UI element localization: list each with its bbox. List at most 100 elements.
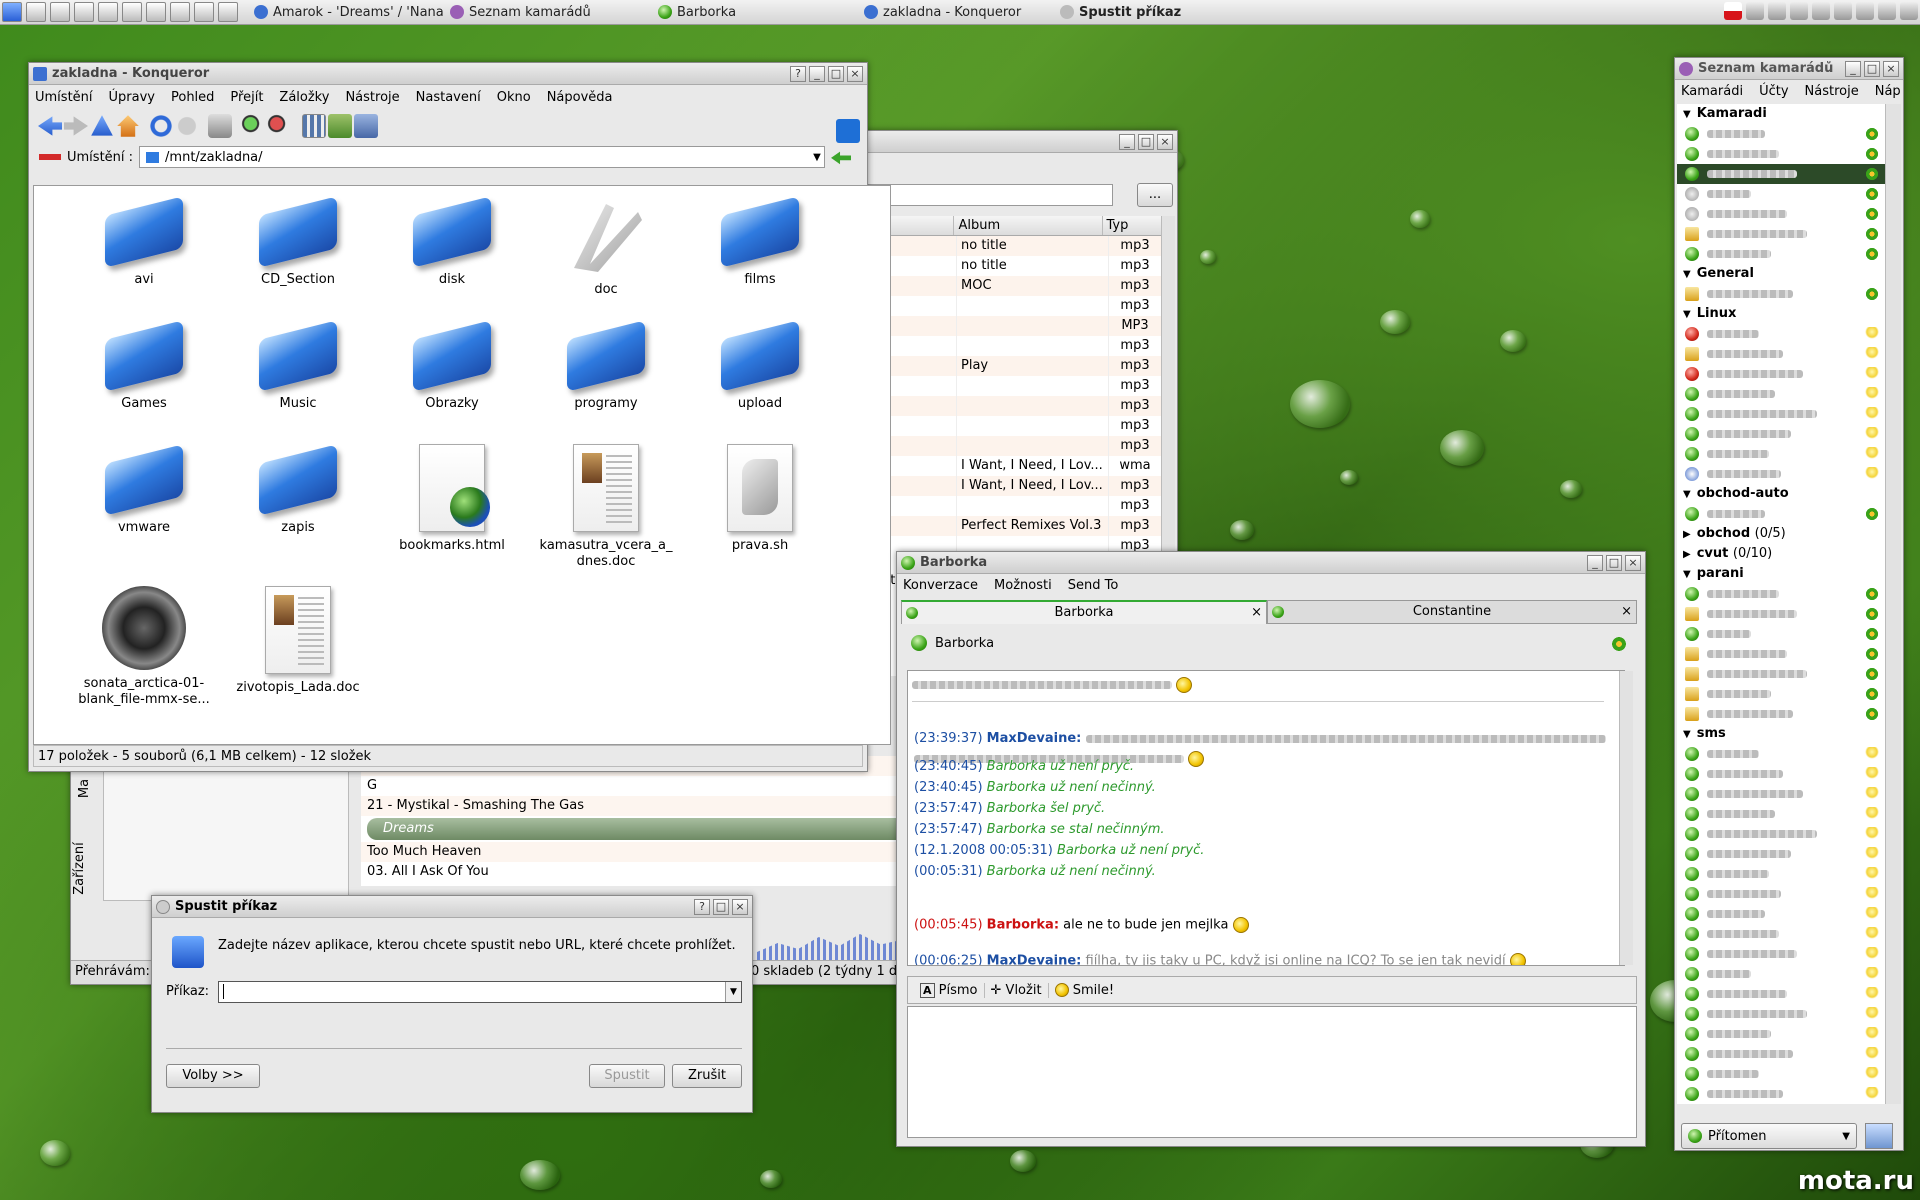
tab-constantine[interactable]: Constantine × (1267, 600, 1637, 624)
buddy-item[interactable] (1677, 384, 1885, 404)
task-buddylist[interactable]: Seznam kamarádů (444, 1, 644, 23)
maximize-button[interactable]: □ (828, 65, 844, 82)
playlist-row[interactable]: mp3 (861, 496, 1161, 516)
buddy-menu-item[interactable]: Účty (1759, 84, 1788, 99)
buddy-item[interactable] (1677, 884, 1885, 904)
task-chat[interactable]: Barborka (652, 1, 852, 23)
print-icon[interactable] (208, 114, 232, 138)
playlist-group-header[interactable]: Dreams (367, 818, 975, 840)
chat-menu-item[interactable]: Konverzace (903, 578, 978, 593)
buddy-item[interactable] (1677, 1064, 1885, 1084)
minimize-button[interactable]: _ (1587, 554, 1603, 571)
buddy-group[interactable]: ▶ cvut (0/10) (1677, 544, 1885, 564)
buddy-icon-button[interactable] (1865, 1123, 1893, 1149)
buddy-item[interactable] (1677, 324, 1885, 344)
buddy-item[interactable] (1677, 784, 1885, 804)
konqueror-menu-item[interactable]: Pohled (171, 90, 214, 105)
playlist-row[interactable]: Perfect Remixes Vol.3 mp3 (861, 516, 1161, 536)
track-row[interactable]: 03. All I Ask Of You (361, 862, 981, 882)
amarok-tray-icon[interactable] (1746, 2, 1764, 20)
konqueror-menu-item[interactable]: Okno (497, 90, 531, 105)
buddy-item[interactable] (1677, 924, 1885, 944)
stop-icon[interactable] (175, 114, 199, 138)
type-column-header[interactable]: Typ (1103, 216, 1162, 235)
chat-menu-item[interactable]: Send To (1068, 578, 1119, 593)
smile-button[interactable]: Smile! (1049, 983, 1121, 998)
chat-menu-item[interactable]: Možnosti (994, 578, 1052, 593)
status-selector[interactable]: Přítomen ▼ (1681, 1123, 1857, 1149)
buddy-item[interactable] (1677, 164, 1885, 184)
amarok-browse-button[interactable]: ... (1137, 183, 1173, 207)
buddy-item[interactable] (1677, 904, 1885, 924)
file-item[interactable]: disk (382, 196, 522, 288)
close-tab-icon[interactable]: × (1251, 602, 1262, 624)
buddy-menu-item[interactable]: Kamarádi (1681, 84, 1743, 99)
konqueror-menu-item[interactable]: Nápověda (547, 90, 613, 105)
buddy-item[interactable] (1677, 404, 1885, 424)
tab-barborka[interactable]: Barborka × (901, 600, 1267, 624)
konqueror-menu-item[interactable]: Úpravy (109, 90, 155, 105)
buddy-item[interactable] (1677, 1024, 1885, 1044)
buddy-item[interactable] (1677, 764, 1885, 784)
pager-icon[interactable] (146, 2, 166, 22)
zoom-out-icon[interactable] (267, 114, 291, 138)
minimize-button[interactable]: _ (1119, 133, 1135, 150)
file-item[interactable]: Obrazky (382, 320, 522, 412)
buddy-item[interactable] (1677, 364, 1885, 384)
split-view-icon[interactable] (354, 114, 378, 138)
minimize-button[interactable]: _ (809, 65, 825, 82)
buddy-scrollbar[interactable] (1885, 104, 1901, 1104)
clipboard-tray-icon[interactable] (1834, 2, 1852, 20)
file-item[interactable]: Games (74, 320, 214, 412)
buddy-item[interactable] (1677, 864, 1885, 884)
playlist-row[interactable]: I Want, I Need, I Lov... wma (861, 456, 1161, 476)
flag-cz-icon[interactable] (1724, 2, 1742, 20)
cancel-button[interactable]: Zrušit (672, 1064, 742, 1088)
buddy-item[interactable] (1677, 684, 1885, 704)
buddy-item[interactable] (1677, 284, 1885, 304)
font-button[interactable]: A Písmo (914, 982, 985, 998)
buddy-group[interactable]: ▼ Kamaradi (1677, 104, 1885, 124)
buddy-item[interactable] (1677, 744, 1885, 764)
buddy-item[interactable] (1677, 504, 1885, 524)
icon-view-icon[interactable] (302, 114, 326, 138)
konqueror-menu-item[interactable]: Záložky (279, 90, 329, 105)
buddy-item[interactable] (1677, 804, 1885, 824)
buddy-item[interactable] (1677, 824, 1885, 844)
track-row[interactable]: 21 - Mystikal - Smashing The Gas (361, 796, 981, 816)
location-input[interactable]: /mnt/zakladna/ ▼ (139, 146, 826, 168)
buddy-item[interactable] (1677, 144, 1885, 164)
browser-icon[interactable] (98, 2, 118, 22)
buddy-item[interactable] (1677, 624, 1885, 644)
file-item[interactable]: zapis (228, 444, 368, 536)
buddy-group[interactable]: ▼ Linux (1677, 304, 1885, 324)
insert-button[interactable]: ✛ Vložit (985, 982, 1049, 998)
buddy-item[interactable] (1677, 204, 1885, 224)
options-button[interactable]: Volby >> (166, 1064, 260, 1088)
task-konqueror[interactable]: zakladna - Konqueror (858, 1, 1054, 23)
playlist-row[interactable]: mp3 (861, 336, 1161, 356)
desktop-tray-icon[interactable] (1900, 2, 1918, 20)
playlist-row[interactable]: mp3 (861, 416, 1161, 436)
playlist-row[interactable]: no title mp3 (861, 236, 1161, 256)
file-item[interactable]: avi (74, 196, 214, 288)
playlist-row[interactable]: mp3 (861, 296, 1161, 316)
buddy-item[interactable] (1677, 244, 1885, 264)
file-item[interactable]: prava.sh (690, 444, 830, 554)
buddy-menu-item[interactable]: Náp (1875, 84, 1901, 99)
playlist-row[interactable]: no title mp3 (861, 256, 1161, 276)
file-item[interactable]: upload (690, 320, 830, 412)
konqueror-menu-item[interactable]: Přejít (230, 90, 263, 105)
playlist-row[interactable]: mp3 (861, 376, 1161, 396)
file-item[interactable]: CD_Section (228, 196, 368, 288)
message-input[interactable] (907, 1006, 1637, 1138)
buddy-item[interactable] (1677, 444, 1885, 464)
buddy-item[interactable] (1677, 844, 1885, 864)
close-tab-icon[interactable]: × (1621, 601, 1632, 623)
playlist-row[interactable]: I Want, I Need, I Lov... mp3 (861, 476, 1161, 496)
buddy-item[interactable] (1677, 224, 1885, 244)
track-row[interactable]: Too Much Heaven (361, 842, 981, 862)
file-item[interactable]: sonata_arctica-01- blank_file-mmx-se... (74, 586, 214, 708)
zoom-in-icon[interactable] (241, 114, 265, 138)
buddy-item[interactable] (1677, 984, 1885, 1004)
